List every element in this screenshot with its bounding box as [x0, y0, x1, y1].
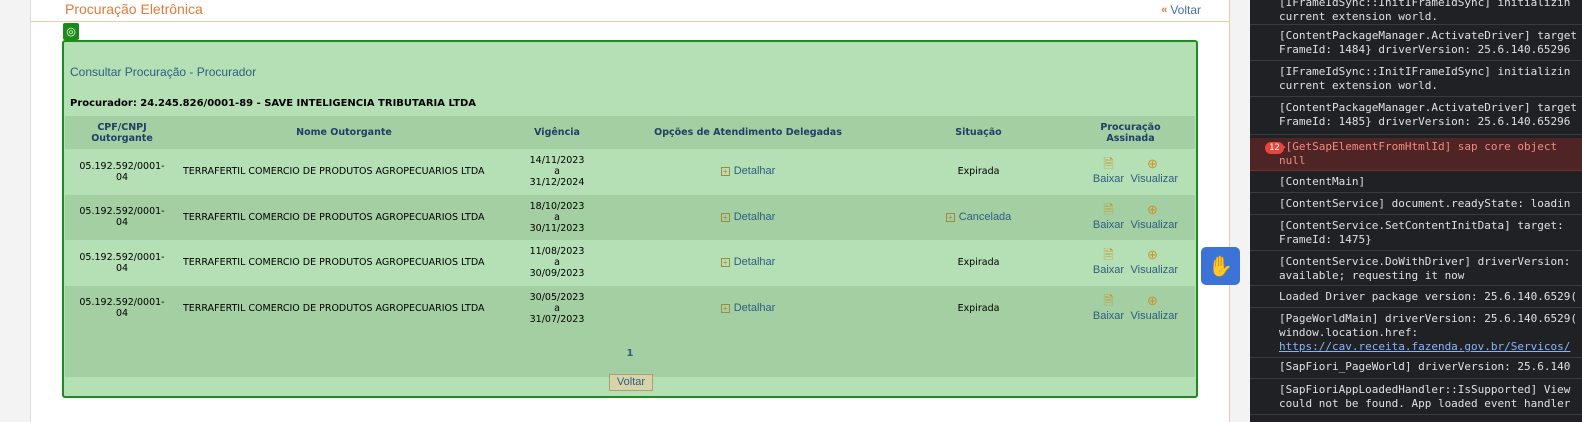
cell-situacao: Expirada [891, 240, 1066, 286]
detalhar-link[interactable]: + Detalhar [720, 302, 775, 314]
cell-opcoes: + Detalhar [605, 149, 891, 195]
devtools-console: [IFrameIdSync::InitIFrameIdSync] initial… [1250, 0, 1582, 422]
visualizar-button[interactable]: ⊕ Visualizar [1131, 247, 1179, 276]
plus-box-icon: + [720, 212, 730, 222]
col-header-cpf[interactable]: CPF/CNPJ Outorgante [65, 116, 179, 149]
document-download-icon: 🗎 [1103, 156, 1114, 172]
visualizar-button[interactable]: ⊕ Visualizar [1131, 156, 1179, 185]
col-header-cpf-line1: CPF/CNPJ [97, 121, 147, 133]
magnifier-icon: ⊕ [1147, 201, 1158, 217]
magnifier-icon: ⊕ [1147, 247, 1158, 263]
cell-opcoes: + Detalhar [605, 240, 891, 286]
console-line: [ContentPackageManager.ActivateDriver] t… [1250, 97, 1582, 135]
table-row: 05.192.592/0001- 04 TERRAFERTIL COMERCIO … [65, 240, 1195, 286]
cell-vigencia: 30/05/2023 a 31/07/2023 [509, 285, 605, 331]
cell-assinada: 🗎 Baixar ⊕ Visualizar [1066, 285, 1195, 331]
document-download-icon: 🗎 [1103, 247, 1114, 263]
baixar-button[interactable]: 🗎 Baixar [1087, 201, 1131, 231]
detalhar-link[interactable]: + Detalhar [720, 211, 775, 223]
console-line: [IFrameIdSync::InitIFrameIdSync] initial… [1250, 61, 1582, 97]
col-header-opcoes[interactable]: Opções de Atendimento Delegadas [605, 116, 891, 149]
col-header-situacao[interactable]: Situação [891, 116, 1066, 149]
detalhar-link[interactable]: + Detalhar [720, 165, 775, 177]
document-download-icon: 🗎 [1103, 292, 1114, 308]
console-url-link[interactable]: https://cav.receita.fazenda.gov.br/Servi… [1279, 340, 1582, 354]
table-header-row: CPF/CNPJ Outorgante Nome Outorgante Vigên… [65, 116, 1195, 149]
cell-assinada: 🗎 Baixar ⊕ Visualizar [1066, 149, 1195, 195]
col-header-assinada-line2: Assinada [1106, 132, 1155, 144]
cell-opcoes: + Detalhar [605, 194, 891, 240]
col-header-vigencia[interactable]: Vigência [509, 116, 605, 149]
cell-nome: TERRAFERTIL COMERCIO DE PRODUTOS AGROPEC… [179, 285, 509, 331]
console-line: [ContentService] document.readyState: lo… [1250, 193, 1582, 215]
plus-box-icon: + [720, 258, 730, 268]
voltar-button[interactable]: Voltar [609, 374, 653, 391]
cell-assinada: 🗎 Baixar ⊕ Visualizar [1066, 240, 1195, 286]
page-title: Procuração Eletrônica [65, 1, 203, 17]
plus-box-icon: + [945, 212, 955, 222]
baixar-button[interactable]: 🗎 Baixar [1087, 292, 1131, 322]
console-line: [ContentService.SetContentInitData] targ… [1250, 215, 1582, 251]
magnifier-icon: ⊕ [1147, 156, 1158, 172]
cell-nome: TERRAFERTIL COMERCIO DE PRODUTOS AGROPEC… [179, 194, 509, 240]
visualizar-button[interactable]: ⊕ Visualizar [1131, 201, 1179, 231]
consulta-panel: Consultar Procuração - Procurador Procur… [62, 40, 1198, 398]
detalhar-link[interactable]: + Detalhar [720, 256, 775, 268]
cell-situacao: Expirada [891, 285, 1066, 331]
console-line: Loaded Driver package version: 25.6.140.… [1250, 286, 1582, 308]
console-line: [ContentService.DoWithDriver] driverVers… [1250, 251, 1582, 286]
console-line: [ContentMain] [1250, 171, 1582, 193]
back-link[interactable]: « Voltar [1161, 3, 1201, 17]
cell-vigencia: 14/11/2023 a 31/12/2024 [509, 149, 605, 195]
cell-opcoes: + Detalhar [605, 285, 891, 331]
cell-vigencia: 11/08/2023 a 30/09/2023 [509, 240, 605, 286]
console-error-line[interactable]: 12 ▶[GetSapElementFromHtmlId] sap core ob… [1250, 138, 1582, 171]
page-header: Procuração Eletrônica « Voltar [31, 0, 1229, 22]
panel-title: Consultar Procuração - Procurador [70, 65, 257, 79]
console-line: [SapFiori_PageWorld] driverVersion: 25.6… [1250, 358, 1582, 379]
error-count-badge: 12 [1265, 142, 1284, 154]
table-row: 05.192.592/0001- 04 TERRAFERTIL COMERCIO … [65, 194, 1195, 240]
col-header-assinada-line1: Procuração [1100, 121, 1161, 133]
console-line: [IFrameIdSync::InitIFrameIdSync] initial… [1250, 0, 1582, 25]
hands-sign-language-icon[interactable]: ✋ [1201, 247, 1240, 285]
console-line: [ContentPackageManager.ActivateDriver] t… [1250, 25, 1582, 61]
cell-cpf: 05.192.592/0001- 04 [65, 194, 179, 240]
cell-situacao: + Cancelada [891, 194, 1066, 240]
console-line: [PageWorldMain] driverVersion: 25.6.140.… [1250, 308, 1582, 358]
cell-vigencia: 18/10/2023 a 30/11/2023 [509, 194, 605, 240]
cell-cpf: 05.192.592/0001- 04 [65, 240, 179, 286]
procuracoes-table: CPF/CNPJ Outorgante Nome Outorgante Vigên… [65, 116, 1195, 377]
cell-cpf: 05.192.592/0001- 04 [65, 285, 179, 331]
cancelada-link[interactable]: + Cancelada [945, 211, 1011, 223]
back-link-label: Voltar [1170, 3, 1201, 17]
page-number-link[interactable]: 1 [627, 348, 634, 359]
col-header-cpf-line2: Outorgante [91, 132, 153, 144]
double-left-arrow-icon: « [1161, 4, 1168, 16]
cell-assinada: 🗎 Baixar ⊕ Visualizar [1066, 194, 1195, 240]
cell-nome: TERRAFERTIL COMERCIO DE PRODUTOS AGROPEC… [179, 240, 509, 286]
plus-box-icon: + [720, 303, 730, 313]
baixar-button[interactable]: 🗎 Baixar [1087, 247, 1131, 276]
target-icon: ◎ [63, 23, 79, 40]
cell-cpf: 05.192.592/0001- 04 [65, 149, 179, 195]
col-header-assinada[interactable]: Procuração Assinada [1066, 116, 1195, 149]
table-row: 05.192.592/0001- 04 TERRAFERTIL COMERCIO … [65, 149, 1195, 195]
table-row: 05.192.592/0001- 04 TERRAFERTIL COMERCIO … [65, 285, 1195, 331]
pager-row: 1 [65, 331, 1195, 377]
document-download-icon: 🗎 [1103, 201, 1114, 217]
cell-situacao: Expirada [891, 149, 1066, 195]
visualizar-button[interactable]: ⊕ Visualizar [1131, 292, 1179, 322]
console-line: [SapFioriAppLoadedHandler::IsSupported] … [1250, 379, 1582, 415]
procurador-info: Procurador: 24.245.826/0001-89 - SAVE IN… [70, 98, 477, 109]
baixar-button[interactable]: 🗎 Baixar [1087, 156, 1131, 185]
magnifier-icon: ⊕ [1147, 292, 1158, 308]
plus-box-icon: + [720, 167, 730, 177]
col-header-nome[interactable]: Nome Outorgante [179, 116, 509, 149]
cell-nome: TERRAFERTIL COMERCIO DE PRODUTOS AGROPEC… [179, 149, 509, 195]
